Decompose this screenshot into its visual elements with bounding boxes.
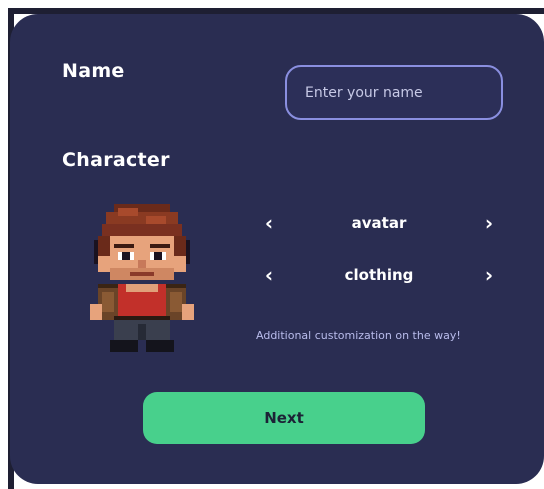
name-label: Name [62,60,125,82]
avatar-selector-value: avatar [351,214,407,232]
avatar-preview [86,204,198,356]
clothing-next-chevron-right-icon[interactable]: › [474,260,504,290]
clothing-selector: ‹ clothing › [254,260,504,290]
next-button[interactable]: Next [143,392,425,444]
name-input[interactable] [285,65,503,120]
avatar-prev-chevron-left-icon[interactable]: ‹ [254,208,284,238]
clothing-prev-chevron-left-icon[interactable]: ‹ [254,260,284,290]
avatar-selector: ‹ avatar › [254,208,504,238]
character-label: Character [62,149,170,171]
pixel-character-icon [90,204,194,352]
clothing-selector-value: clothing [344,266,414,284]
character-setup-card: Name Character [10,14,544,484]
avatar-next-chevron-right-icon[interactable]: › [474,208,504,238]
customization-note: Additional customization on the way! [256,329,461,342]
